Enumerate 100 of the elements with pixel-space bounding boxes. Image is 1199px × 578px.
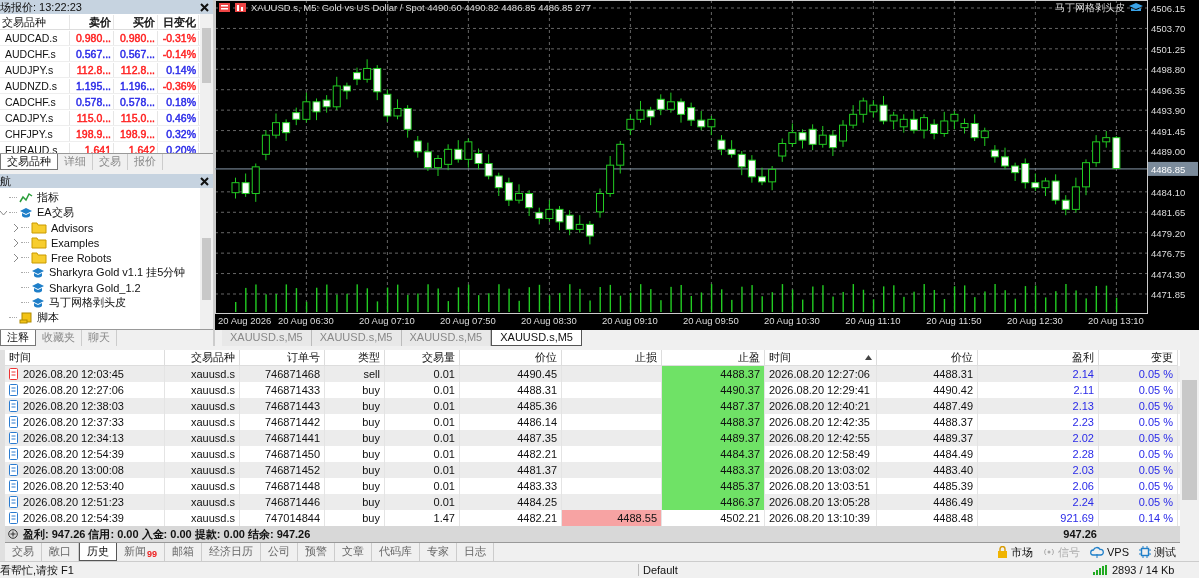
toolbar-button[interactable]: 市场 (997, 544, 1033, 560)
tree-item[interactable]: EA交易 (37, 205, 74, 220)
close-icon[interactable] (200, 2, 209, 12)
mortarboard-icon (31, 296, 45, 309)
candle (727, 139, 736, 159)
chart-tab[interactable]: XAUUSD.s,M5 (491, 330, 582, 346)
candle (444, 143, 453, 171)
tree-item[interactable]: Sharkyra Gold v1.1 挂5分钟 (49, 265, 186, 280)
candle (282, 118, 291, 142)
candle (515, 183, 523, 205)
table-cell: 4483.40 (877, 462, 978, 478)
table-cell: 0.01 (385, 398, 460, 414)
quote-cell: 0.980... (70, 30, 114, 45)
table-cell: 2026.08.20 13:00:08 (5, 462, 165, 478)
candle (434, 154, 442, 177)
toolbar-button[interactable]: VPS (1090, 546, 1129, 558)
table-cell: 2026.08.20 12:42:55 (765, 430, 877, 446)
candle (555, 205, 564, 231)
candle (818, 125, 827, 149)
tree-item[interactable]: Free Robots (51, 251, 112, 264)
candle (717, 134, 726, 156)
scrollbar[interactable] (1180, 350, 1199, 561)
tree-item[interactable]: Sharkyra Gold_1.2 (49, 281, 141, 294)
table-cell: 746871468 (240, 366, 325, 382)
candle (677, 97, 685, 124)
table-cell: 0.05 % (1099, 462, 1178, 478)
price-label: 4479.20 (1151, 227, 1186, 239)
mortarboard-icon (31, 281, 45, 294)
table-cell: 4490.45 (460, 366, 562, 382)
chevron-icon[interactable] (12, 223, 19, 232)
tree-item[interactable]: 指标 (37, 190, 59, 205)
candle (312, 97, 321, 121)
bar-chart-icon[interactable] (235, 3, 246, 12)
symbol-cell: CADJPY.s (0, 110, 70, 125)
tree-item[interactable]: 马丁网格剥头皮 (49, 295, 126, 310)
candle (768, 165, 777, 191)
cloud-icon (1090, 546, 1104, 558)
column-header[interactable]: 买价 (114, 14, 158, 29)
table-cell: 4488.37 (662, 366, 765, 382)
table-cell: 2.03 (978, 462, 1099, 478)
column-header[interactable]: 卖价 (70, 14, 114, 29)
plus-icon[interactable] (8, 529, 18, 539)
expert-name: 马丁网格剥头皮 (1055, 2, 1125, 13)
candle (565, 209, 574, 236)
quote-cell: 198.9... (114, 126, 158, 141)
lock-icon (997, 546, 1008, 558)
column-header[interactable]: 日变化 (158, 14, 199, 29)
time-label: 20 Aug 11:10 (845, 315, 901, 326)
tree-item[interactable]: Advisors (51, 221, 94, 234)
table-cell: 4488.55 (562, 510, 662, 526)
tree-item[interactable]: 脚本 (37, 310, 59, 325)
scrollbar[interactable] (200, 188, 213, 329)
candle (423, 142, 432, 172)
quote-cell: 1.195... (70, 78, 114, 93)
candle (616, 140, 625, 174)
table-cell: buy (325, 398, 385, 414)
candle (930, 118, 939, 140)
table-cell: 2026.08.20 12:51:23 (5, 494, 165, 510)
chevron-icon[interactable] (0, 208, 7, 217)
table-cell: 0.05 % (1099, 398, 1178, 414)
close-icon[interactable] (200, 176, 209, 186)
quote-cell: 0.980... (114, 30, 158, 45)
time-label: 20 Aug 11:50 (926, 315, 982, 326)
chart-icon[interactable] (219, 3, 230, 12)
price-label: 4481.65 (1151, 207, 1186, 219)
chevron-icon[interactable] (12, 238, 19, 247)
table-cell: 2.13 (978, 398, 1099, 414)
candle (373, 64, 382, 101)
signal-bars-icon (1093, 565, 1107, 575)
price-label: 4503.70 (1151, 23, 1186, 35)
candle (839, 119, 847, 148)
time-label: 20 Aug 09:50 (682, 315, 739, 326)
quote-cell: 0.567... (114, 46, 158, 61)
candle (828, 129, 837, 157)
candle (353, 67, 361, 86)
table-cell: 2026.08.20 12:27:06 (765, 366, 877, 382)
candle (363, 58, 372, 84)
symbol-cell: AUDCAD.s (0, 30, 70, 45)
table-cell: buy (325, 494, 385, 510)
status-text: 看帮忙,请按 F1 (0, 562, 75, 578)
panel-tab[interactable]: 交易品种 (0, 154, 58, 170)
summary-text: 盈利: 947.26 信用: 0.00 入金: 0.00 提款: 0.00 结余: 947.26 (23, 526, 311, 542)
folder-icon (31, 221, 47, 234)
price-label: 4498.80 (1151, 64, 1186, 76)
toolbar-button[interactable]: 测试 (1139, 544, 1176, 560)
chevron-icon[interactable] (12, 253, 19, 262)
candle (758, 167, 766, 186)
terminal-tab[interactable]: 历史 (79, 543, 117, 561)
candle (1082, 158, 1090, 196)
traffic-text: 2893 / 14 Kb (1112, 564, 1175, 576)
tree-item[interactable]: Examples (51, 236, 100, 249)
candle (920, 113, 928, 139)
scrollbar[interactable] (200, 14, 213, 153)
panel-tab[interactable]: 注释 (0, 330, 36, 346)
candle (474, 148, 483, 170)
panel-title: 场报价: 13:22:23 (0, 0, 82, 15)
signal-icon (1043, 546, 1055, 558)
price-label: 4474.30 (1151, 268, 1186, 280)
column-header[interactable]: 交易品种 (0, 14, 70, 29)
table-cell: 0.01 (385, 462, 460, 478)
